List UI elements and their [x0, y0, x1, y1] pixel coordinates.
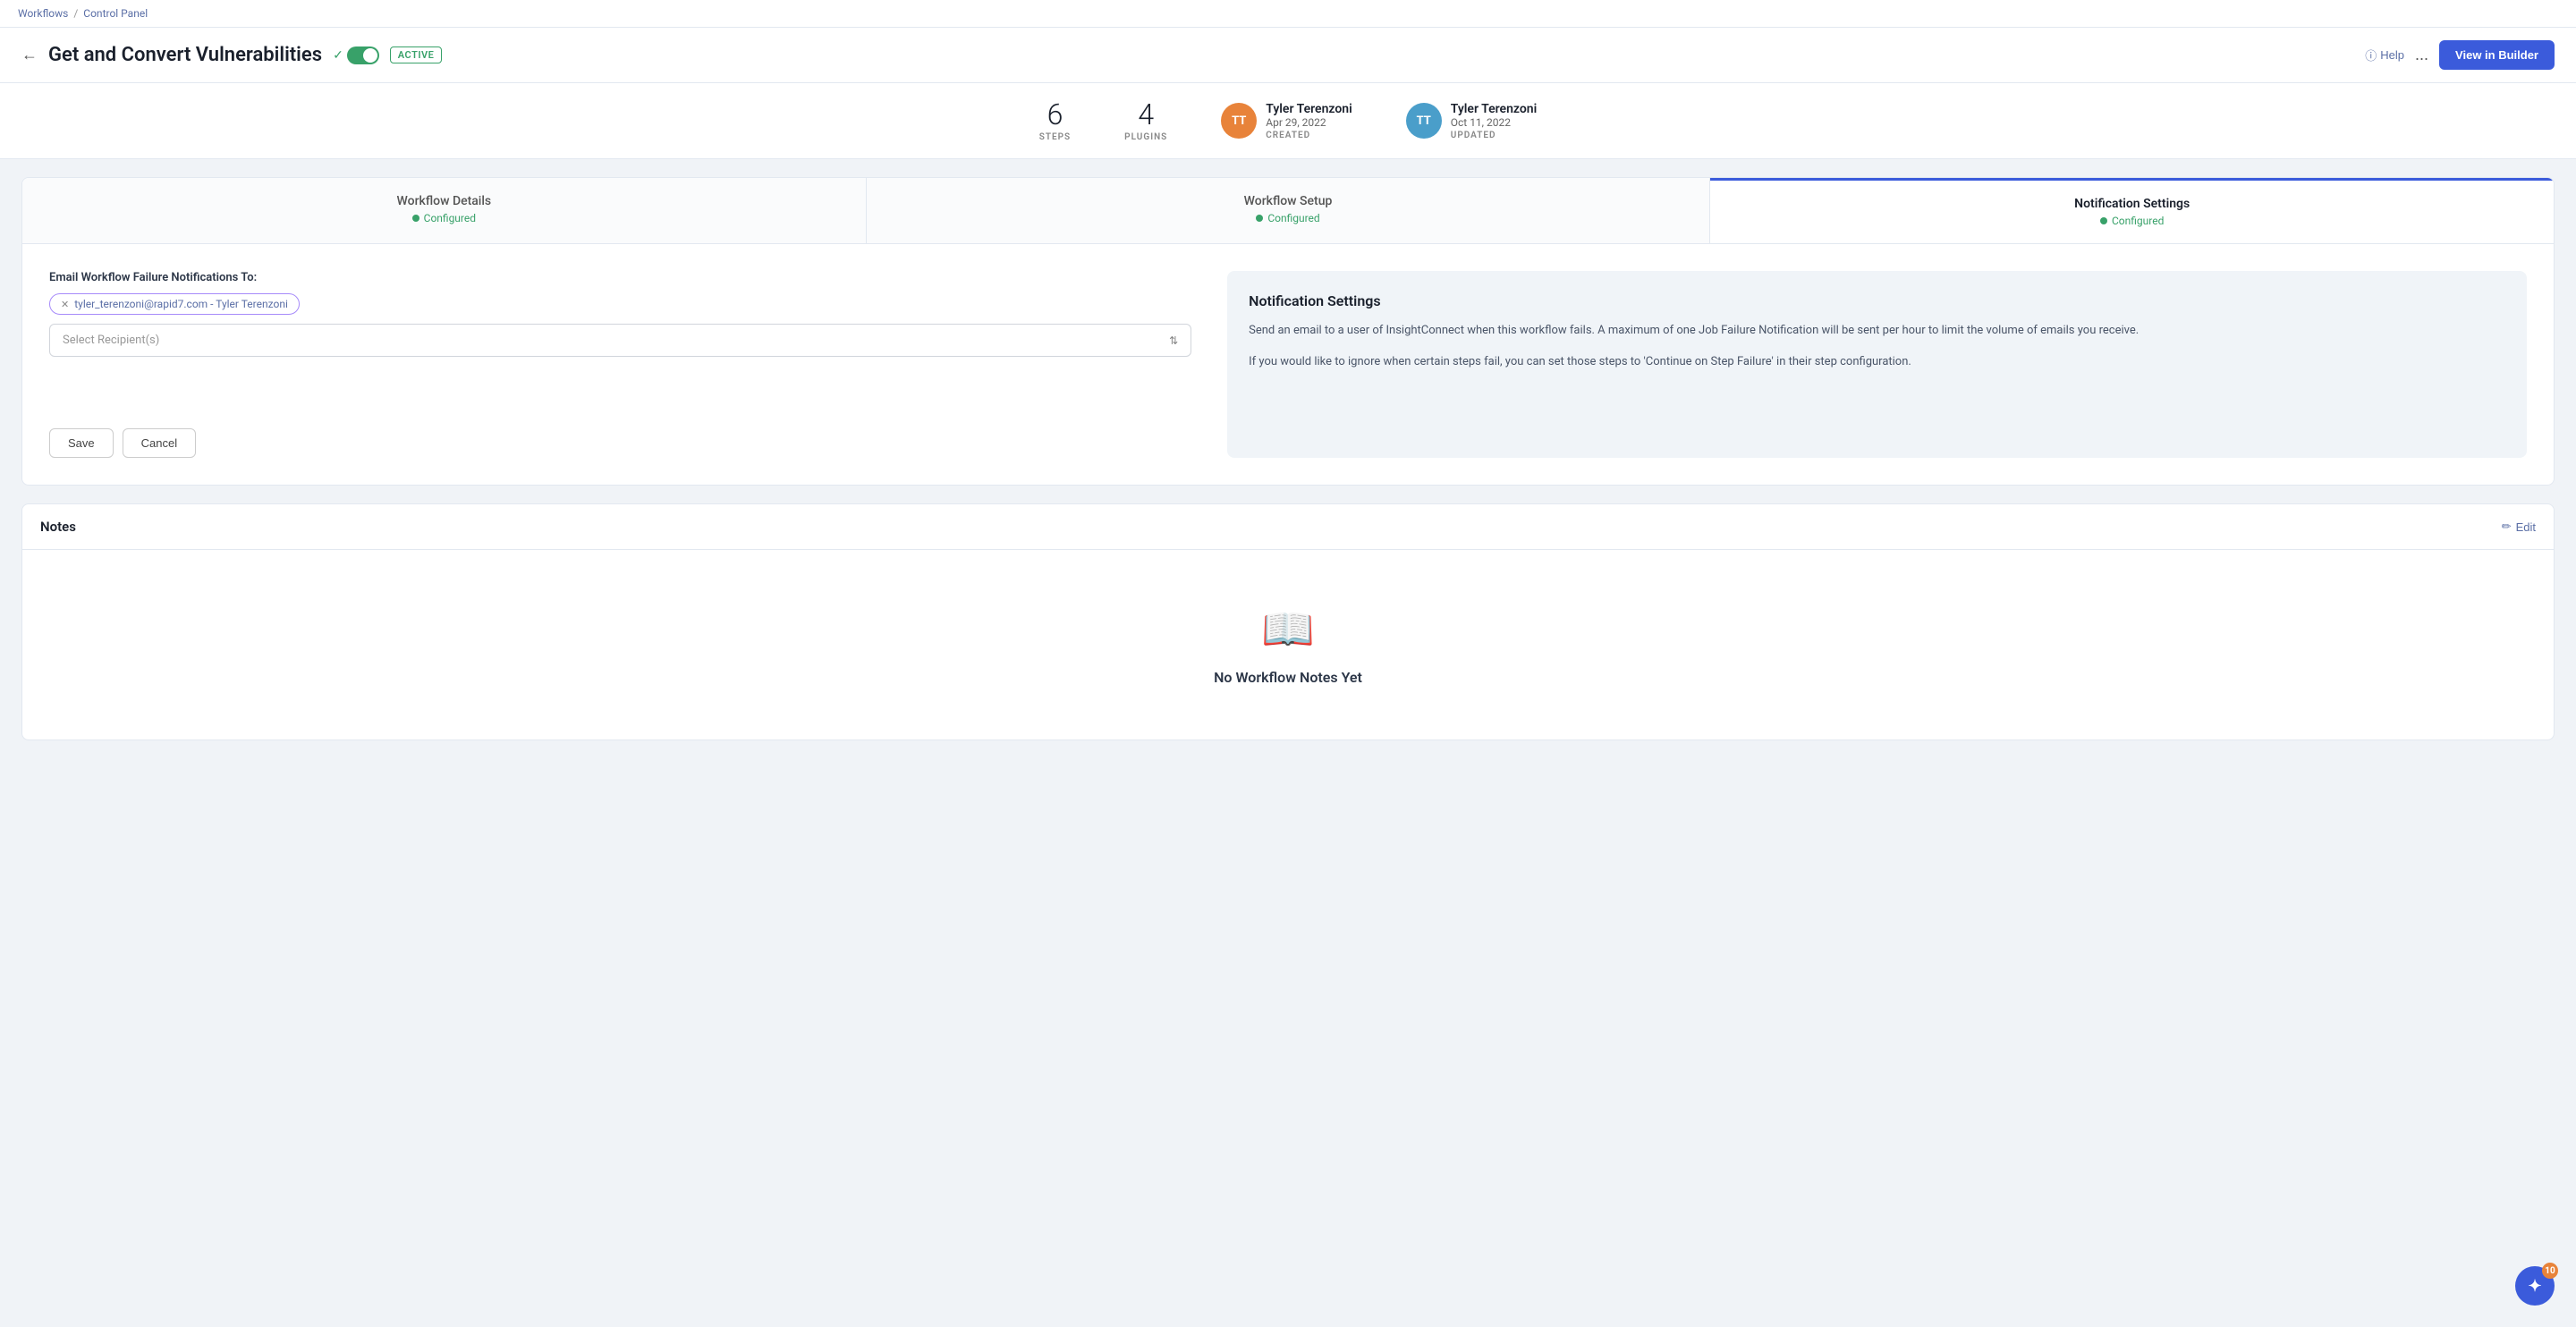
- tab-workflow-details[interactable]: Workflow Details Configured: [22, 178, 867, 243]
- plugins-label: PLUGINS: [1124, 132, 1167, 142]
- info-panel: Notification Settings Send an email to a…: [1227, 271, 2527, 458]
- star-icon: ✦: [2528, 1277, 2541, 1296]
- updated-info: Tyler Terenzoni Oct 11, 2022 UPDATED: [1451, 102, 1538, 140]
- edit-label: Edit: [2516, 520, 2536, 534]
- main-content: Email Workflow Failure Notifications To:…: [21, 244, 2555, 486]
- form-actions: Save Cancel: [49, 428, 1191, 458]
- page-title: Get and Convert Vulnerabilities: [48, 44, 322, 66]
- steps-label: STEPS: [1039, 132, 1071, 142]
- email-tag-container: ✕ tyler_terenzoni@rapid7.com - Tyler Ter…: [49, 293, 1191, 324]
- updated-label: UPDATED: [1451, 131, 1538, 140]
- help-button[interactable]: ⓘ Help: [2365, 46, 2404, 63]
- save-button[interactable]: Save: [49, 428, 114, 458]
- select-arrows-icon: ⇅: [1169, 334, 1178, 347]
- tab-workflow-setup-status-text: Configured: [1267, 212, 1319, 224]
- back-button[interactable]: ←: [21, 46, 38, 64]
- toggle-track[interactable]: [347, 46, 379, 64]
- tab-notification-settings-status-text: Configured: [2112, 215, 2164, 227]
- status-dot-setup: [1256, 215, 1263, 222]
- more-button[interactable]: ...: [2415, 46, 2428, 64]
- notes-body: 📖 No Workflow Notes Yet: [22, 550, 2554, 740]
- pencil-icon: ✏: [2502, 520, 2512, 534]
- toggle-thumb: [363, 48, 377, 63]
- tab-workflow-setup-title: Workflow Setup: [885, 194, 1692, 208]
- page-header: ← Get and Convert Vulnerabilities ✓ ACTI…: [0, 28, 2576, 83]
- notification-layout: Email Workflow Failure Notifications To:…: [49, 271, 2527, 458]
- stat-steps: 6 STEPS: [1039, 99, 1071, 142]
- breadcrumb-workflows[interactable]: Workflows: [18, 7, 68, 20]
- select-placeholder: Select Recipient(s): [63, 334, 159, 347]
- floating-help-badge[interactable]: 10 ✦: [2515, 1266, 2555, 1306]
- steps-count: 6: [1039, 99, 1071, 131]
- notes-header: Notes ✏ Edit: [22, 504, 2554, 550]
- created-date: Apr 29, 2022: [1266, 116, 1352, 129]
- active-badge: ACTIVE: [390, 46, 443, 63]
- tab-notification-settings-title: Notification Settings: [1728, 197, 2536, 211]
- created-avatar: TT: [1221, 103, 1257, 139]
- breadcrumb-control-panel[interactable]: Control Panel: [83, 7, 148, 20]
- tab-notification-settings-status: Configured: [1728, 215, 2536, 227]
- status-dot-notifications: [2100, 217, 2107, 224]
- updated-name: Tyler Terenzoni: [1451, 102, 1538, 116]
- cancel-button[interactable]: Cancel: [123, 428, 196, 458]
- tab-workflow-setup-status: Configured: [885, 212, 1692, 224]
- edit-notes-button[interactable]: ✏ Edit: [2502, 520, 2536, 534]
- tabs-container: Workflow Details Configured Workflow Set…: [21, 177, 2555, 244]
- created-label: CREATED: [1266, 131, 1352, 140]
- tab-workflow-setup[interactable]: Workflow Setup Configured: [867, 178, 1711, 243]
- view-in-builder-button[interactable]: View in Builder: [2439, 40, 2555, 70]
- email-tag-text: tyler_terenzoni@rapid7.com - Tyler Teren…: [74, 298, 288, 310]
- tab-notification-settings[interactable]: Notification Settings Configured: [1710, 178, 2554, 243]
- toggle-switch[interactable]: ✓: [333, 46, 379, 64]
- status-dot-details: [412, 215, 419, 222]
- updated-date: Oct 11, 2022: [1451, 116, 1538, 129]
- header-left: ← Get and Convert Vulnerabilities ✓ ACTI…: [21, 44, 442, 66]
- email-tag: ✕ tyler_terenzoni@rapid7.com - Tyler Ter…: [49, 293, 300, 315]
- info-panel-text1: Send an email to a user of InsightConnec…: [1249, 322, 2505, 341]
- stat-created: TT Tyler Terenzoni Apr 29, 2022 CREATED: [1221, 102, 1352, 140]
- stat-plugins: 4 PLUGINS: [1124, 99, 1167, 142]
- form-label: Email Workflow Failure Notifications To:: [49, 271, 1191, 284]
- created-info: Tyler Terenzoni Apr 29, 2022 CREATED: [1266, 102, 1352, 140]
- notes-title: Notes: [40, 519, 76, 535]
- tab-workflow-details-title: Workflow Details: [40, 194, 848, 208]
- tab-workflow-details-status-text: Configured: [424, 212, 476, 224]
- updated-avatar: TT: [1406, 103, 1442, 139]
- stat-updated: TT Tyler Terenzoni Oct 11, 2022 UPDATED: [1406, 102, 1538, 140]
- notification-form: Email Workflow Failure Notifications To:…: [49, 271, 1191, 458]
- recipient-select[interactable]: Select Recipient(s) ⇅: [49, 324, 1191, 357]
- floating-badge-count: 10: [2542, 1263, 2558, 1279]
- notes-section: Notes ✏ Edit 📖 No Workflow Notes Yet: [21, 503, 2555, 740]
- notes-empty-icon: 📖: [40, 604, 2536, 655]
- help-label: Help: [2380, 48, 2404, 62]
- plugins-count: 4: [1124, 99, 1167, 131]
- breadcrumb: Workflows / Control Panel: [0, 0, 2576, 28]
- info-panel-text2: If you would like to ignore when certain…: [1249, 353, 2505, 372]
- toggle-checkmark: ✓: [333, 48, 343, 63]
- created-name: Tyler Terenzoni: [1266, 102, 1352, 116]
- info-panel-title: Notification Settings: [1249, 292, 2505, 309]
- email-tag-remove[interactable]: ✕: [61, 299, 69, 310]
- stats-row: 6 STEPS 4 PLUGINS TT Tyler Terenzoni Apr…: [0, 83, 2576, 159]
- tab-workflow-details-status: Configured: [40, 212, 848, 224]
- no-notes-text: No Workflow Notes Yet: [40, 669, 2536, 686]
- help-circle-icon: ⓘ: [2365, 46, 2377, 63]
- header-right: ⓘ Help ... View in Builder: [2365, 40, 2555, 70]
- breadcrumb-separator: /: [73, 7, 78, 20]
